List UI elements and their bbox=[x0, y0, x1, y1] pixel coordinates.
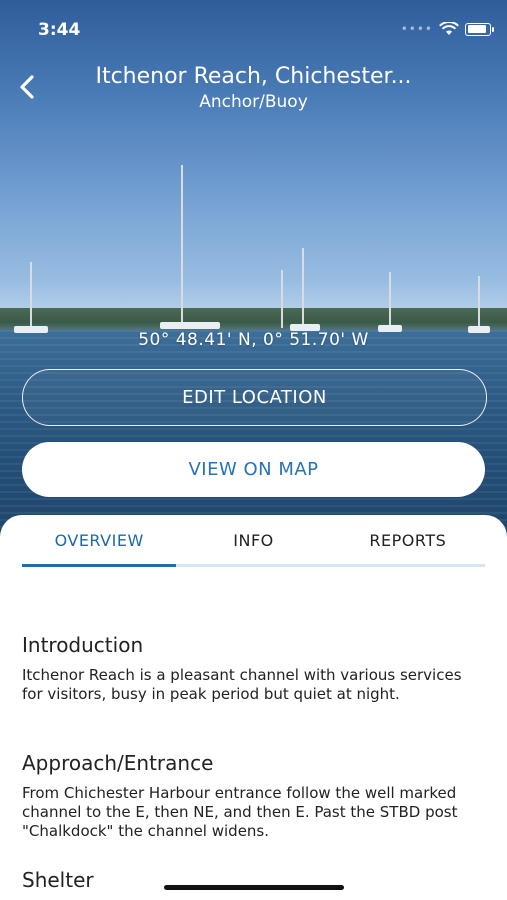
tab-reports[interactable]: REPORTS bbox=[331, 529, 485, 569]
boat-mast bbox=[302, 248, 304, 326]
view-on-map-button[interactable]: VIEW ON MAP bbox=[22, 442, 485, 497]
status-time: 3:44 bbox=[38, 20, 81, 40]
shoreline bbox=[0, 308, 507, 332]
tab-active-indicator bbox=[22, 564, 176, 567]
boat-hull bbox=[160, 322, 220, 329]
tab-info[interactable]: INFO bbox=[176, 529, 330, 569]
boat-mast bbox=[30, 262, 32, 328]
boat-mast bbox=[181, 165, 183, 325]
boat-mast bbox=[281, 270, 283, 328]
section-heading-introduction: Introduction bbox=[22, 633, 144, 657]
back-button[interactable] bbox=[14, 70, 44, 104]
details-sheet: OVERVIEW INFO REPORTS Introduction Itche… bbox=[0, 515, 507, 900]
tab-overview[interactable]: OVERVIEW bbox=[22, 529, 176, 569]
status-icons: •••• bbox=[400, 22, 494, 36]
boat-mast bbox=[478, 276, 480, 328]
section-heading-shelter: Shelter bbox=[22, 868, 94, 892]
section-body-introduction: Itchenor Reach is a pleasant channel wit… bbox=[22, 666, 462, 703]
section-body-approach: From Chichester Harbour entrance follow … bbox=[22, 784, 458, 840]
page-title: Itchenor Reach, Chichester... bbox=[95, 64, 412, 89]
battery-icon bbox=[465, 22, 494, 36]
boat-mast bbox=[389, 272, 391, 328]
edit-location-button[interactable]: EDIT LOCATION bbox=[22, 369, 487, 426]
chevron-left-icon bbox=[20, 75, 34, 99]
harbour-water bbox=[0, 330, 507, 540]
status-bar: 3:44 •••• bbox=[0, 0, 507, 60]
signal-dots-icon: •••• bbox=[400, 22, 433, 36]
location-coordinates: 50° 48.41' N, 0° 51.70' W bbox=[138, 330, 369, 350]
home-indicator[interactable] bbox=[164, 885, 344, 890]
page-subtitle: Anchor/Buoy bbox=[199, 92, 308, 112]
section-heading-approach: Approach/Entrance bbox=[22, 751, 214, 775]
wifi-icon bbox=[439, 22, 459, 35]
tab-bar: OVERVIEW INFO REPORTS bbox=[22, 529, 485, 569]
